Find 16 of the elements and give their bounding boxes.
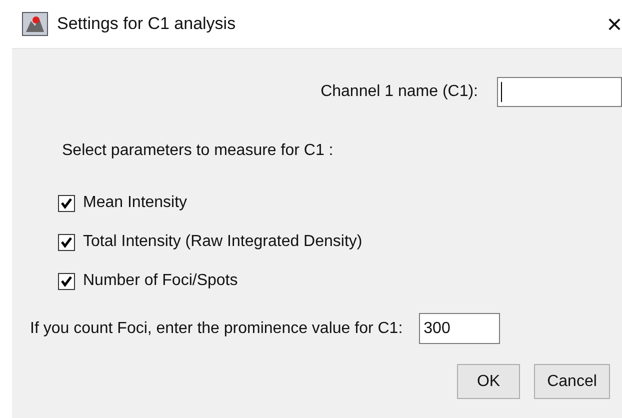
- field-label: If you count Foci, enter the prominence value for C1:: [30, 318, 403, 338]
- checkbox-label: Mean Intensity: [83, 193, 188, 213]
- prominence-field[interactable]: 300: [418, 313, 500, 344]
- checkbox[interactable]: [58, 194, 75, 212]
- field-label: Channel 1 name (C1):: [320, 82, 478, 102]
- section-label: Select parameters to measure for C1 :: [62, 141, 334, 161]
- ok-button[interactable]: OK: [457, 364, 520, 399]
- window-title: Settings for C1 analysis: [57, 13, 236, 36]
- checkbox-label: Number of Foci/Spots: [83, 271, 238, 291]
- channel-name-field[interactable]: [497, 77, 622, 107]
- close-button[interactable]: ×: [606, 11, 622, 37]
- cancel-button[interactable]: Cancel: [534, 364, 610, 399]
- checkbox[interactable]: [58, 234, 75, 250]
- app-icon: [22, 12, 48, 36]
- checkbox[interactable]: [58, 272, 75, 290]
- checkbox-label: Total Intensity (Raw Integrated Density): [83, 232, 362, 252]
